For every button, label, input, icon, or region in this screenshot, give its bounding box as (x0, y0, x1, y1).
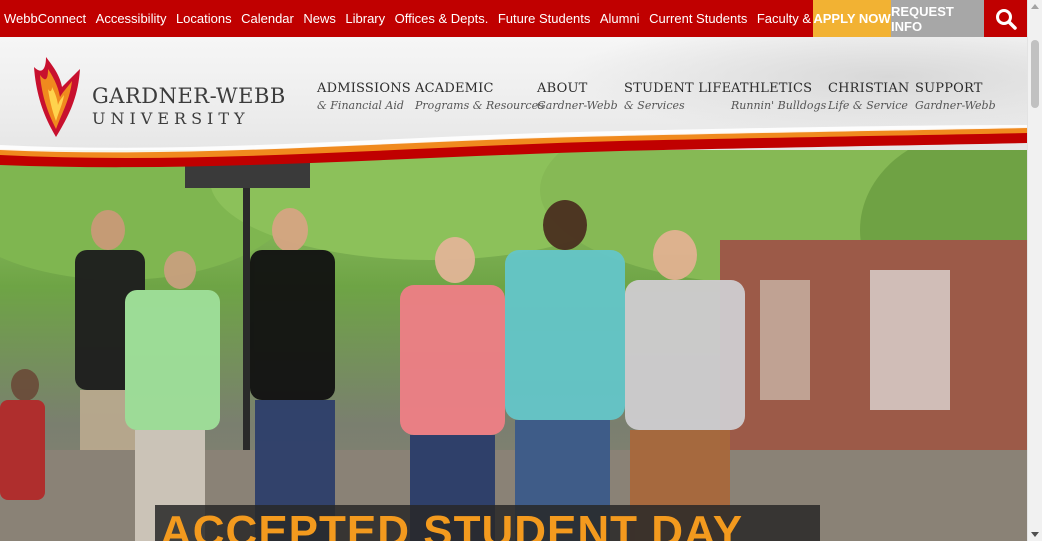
utility-links: WebbConnect Accessibility Locations Cale… (0, 0, 851, 37)
nav-item-athletics[interactable]: ATHLETICS Runnin' Bulldogs (731, 81, 826, 112)
header-wave-divider (0, 125, 1027, 168)
nav-label: SUPPORT (915, 81, 983, 96)
nav-sublabel: Programs & Resources (415, 99, 544, 112)
nav-label: ACADEMIC (415, 81, 494, 96)
nav-label: ATHLETICS (731, 81, 813, 96)
link-library[interactable]: Library (345, 11, 385, 26)
nav-label: ABOUT (537, 81, 588, 96)
link-accessibility[interactable]: Accessibility (96, 11, 167, 26)
link-future-students[interactable]: Future Students (498, 11, 591, 26)
hero-photo-illustration (0, 150, 1027, 541)
hero-title[interactable]: ACCEPTED STUDENT DAY (160, 507, 743, 541)
hero-image (0, 150, 1027, 541)
nav-item-christian[interactable]: CHRISTIAN Life & Service (828, 81, 909, 112)
nav-sublabel: Runnin' Bulldogs (731, 99, 827, 112)
nav-sublabel: Gardner-Webb (537, 99, 618, 112)
link-calendar[interactable]: Calendar (241, 11, 294, 26)
nav-item-support[interactable]: SUPPORT Gardner-Webb (915, 81, 996, 112)
nav-sublabel: & Financial Aid (317, 99, 404, 112)
scroll-thumb[interactable] (1031, 40, 1039, 108)
nav-item-about[interactable]: ABOUT Gardner-Webb (537, 81, 618, 112)
nav-sublabel: & Services (624, 99, 685, 112)
search-button[interactable] (984, 0, 1027, 37)
nav-sublabel: Life & Service (828, 99, 908, 112)
nav-item-admissions[interactable]: ADMISSIONS & Financial Aid (317, 81, 411, 112)
scroll-up-arrow-icon[interactable] (1031, 4, 1039, 9)
nav-sublabel: Gardner-Webb (915, 99, 996, 112)
nav-item-academic[interactable]: ACADEMIC Programs & Resources (415, 81, 544, 112)
link-webbconnect[interactable]: WebbConnect (4, 11, 86, 26)
nav-item-student-life[interactable]: STUDENT LIFE & Services (624, 81, 731, 112)
search-icon (995, 8, 1017, 30)
link-alumni[interactable]: Alumni (600, 11, 640, 26)
brand-name: GARDNER-WEBB (92, 84, 286, 108)
link-current-students[interactable]: Current Students (649, 11, 747, 26)
nav-label: CHRISTIAN (828, 81, 910, 96)
link-news[interactable]: News (303, 11, 336, 26)
link-offices-depts[interactable]: Offices & Depts. (395, 11, 489, 26)
nav-label: ADMISSIONS (317, 81, 411, 96)
apply-now-button[interactable]: APPLY NOW (813, 0, 891, 37)
scroll-down-arrow-icon[interactable] (1031, 532, 1039, 537)
nav-label: STUDENT LIFE (624, 81, 732, 96)
vertical-scrollbar[interactable] (1027, 0, 1042, 541)
utility-bar: WebbConnect Accessibility Locations Cale… (0, 0, 1027, 37)
request-info-button[interactable]: REQUEST INFO (891, 0, 984, 37)
link-locations[interactable]: Locations (176, 11, 232, 26)
